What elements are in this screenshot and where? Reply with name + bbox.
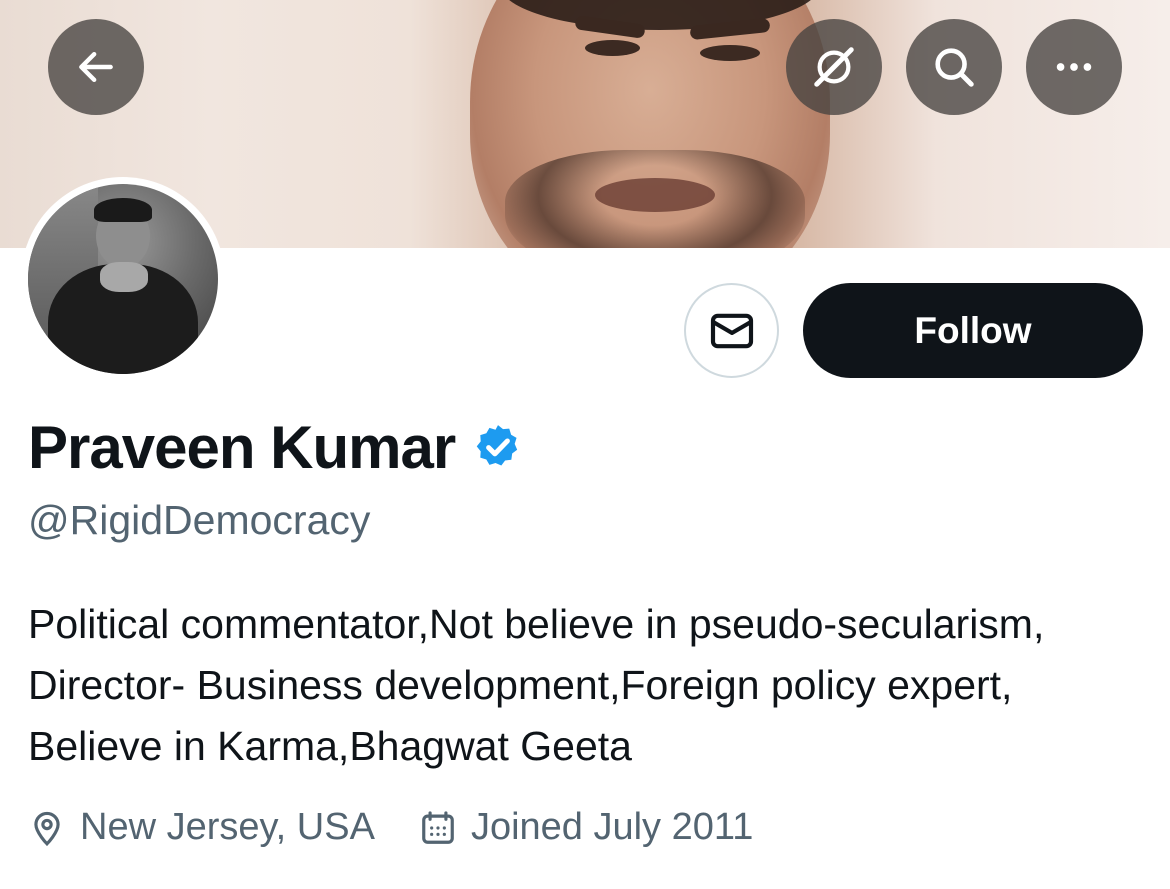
message-button[interactable] <box>684 283 779 378</box>
avatar-photo <box>28 184 218 374</box>
search-button[interactable] <box>906 19 1002 115</box>
grok-button[interactable] <box>786 19 882 115</box>
arrow-left-icon <box>79 51 113 83</box>
banner-photo-detail <box>595 178 715 212</box>
profile-name-row: Praveen Kumar <box>28 412 523 482</box>
banner-photo-detail <box>700 45 760 61</box>
more-horizontal-icon <box>1056 63 1092 71</box>
back-button[interactable] <box>48 19 144 115</box>
profile-handle: @RigidDemocracy <box>28 497 371 543</box>
envelope-icon <box>710 313 753 348</box>
banner-photo-detail <box>585 40 640 56</box>
more-button[interactable] <box>1026 19 1122 115</box>
location-pin-icon <box>34 811 60 846</box>
joined-item: Joined July 2011 <box>419 806 753 849</box>
profile-meta: New Jersey, USA Joined July 2011 <box>28 800 753 855</box>
joined-text: Joined July 2011 <box>470 806 754 848</box>
avatar[interactable] <box>21 177 225 381</box>
location-text: New Jersey, USA <box>80 806 375 848</box>
profile-name: Praveen Kumar <box>28 413 456 481</box>
search-icon <box>935 48 974 87</box>
calendar-icon <box>422 810 454 844</box>
grok-icon <box>814 47 854 87</box>
location-item: New Jersey, USA <box>28 806 375 849</box>
verified-badge-icon[interactable] <box>473 422 523 472</box>
follow-button[interactable]: Follow <box>803 283 1143 378</box>
profile-bio: Political commentator,Not believe in pse… <box>28 601 1045 769</box>
